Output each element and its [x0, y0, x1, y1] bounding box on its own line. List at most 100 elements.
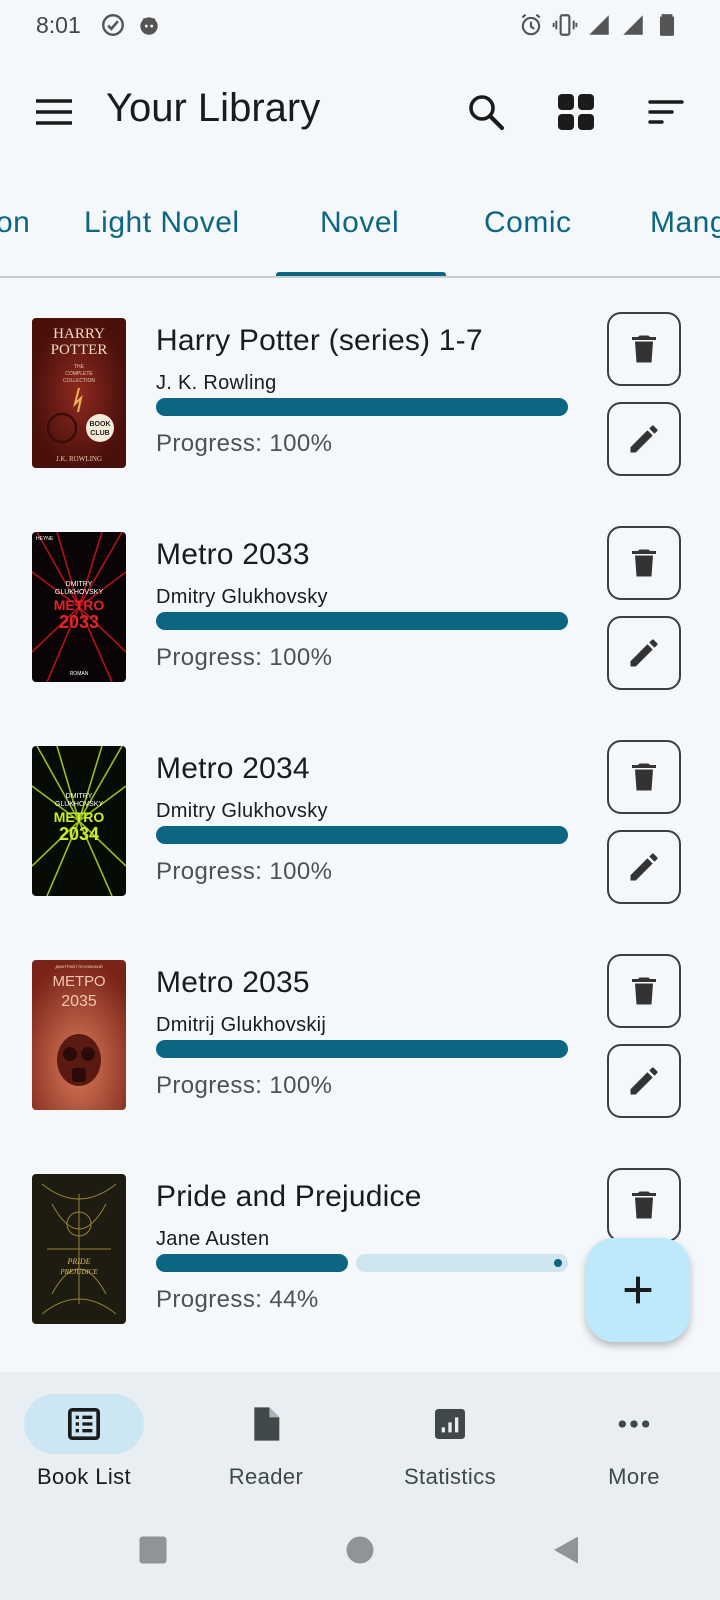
- progress-bar: [156, 398, 568, 416]
- back-icon[interactable]: [548, 1532, 584, 1568]
- book-cover: DMITRY GLUKHOVSKY METRO 2034: [32, 746, 126, 896]
- edit-icon: [630, 1067, 658, 1095]
- edit-button[interactable]: [607, 616, 681, 690]
- cover-text: 2035: [61, 993, 97, 1010]
- status-bar: 8:01: [0, 0, 720, 52]
- status-time: 8:01: [36, 12, 81, 38]
- book-item[interactable]: HEYNE DMITRY GLUKHOVSKY METRO 2033 ROMAN…: [0, 504, 720, 718]
- alarm-icon: [518, 12, 544, 38]
- bottom-navigation: Book List Reader Statistics More: [0, 1372, 720, 1502]
- nav-item-more[interactable]: More: [544, 1372, 720, 1502]
- system-navigation-bar: [0, 1502, 720, 1600]
- progress-bar: [156, 826, 568, 844]
- edit-button[interactable]: [607, 402, 681, 476]
- edit-button[interactable]: [607, 830, 681, 904]
- document-icon: [246, 1404, 286, 1444]
- svg-text:CLUB: CLUB: [90, 430, 109, 437]
- recents-icon[interactable]: [135, 1532, 171, 1568]
- plus-icon: [624, 1276, 652, 1304]
- progress-text: Progress: 100%: [156, 644, 333, 671]
- book-title: Metro 2034: [156, 752, 310, 785]
- book-cover: HEYNE DMITRY GLUKHOVSKY METRO 2033 ROMAN: [32, 532, 126, 682]
- nav-label: More: [608, 1464, 660, 1489]
- edit-icon: [630, 639, 658, 667]
- cover-text: DMITRY: [66, 793, 93, 800]
- delete-button[interactable]: [607, 312, 681, 386]
- book-author: Dmitrij Glukhovskij: [156, 1014, 327, 1036]
- check-circle-icon: [100, 12, 126, 38]
- nav-item-reader[interactable]: Reader: [176, 1372, 356, 1502]
- nav-label: Book List: [36, 1464, 132, 1489]
- edit-icon: [630, 425, 658, 453]
- delete-button[interactable]: [607, 740, 681, 814]
- delete-icon: [632, 335, 656, 363]
- cover-text: METRO: [54, 597, 105, 613]
- signal-icon: [620, 12, 646, 38]
- cover-text: PREJUDICE: [59, 1268, 98, 1276]
- delete-button[interactable]: [607, 954, 681, 1028]
- add-book-button[interactable]: [586, 1238, 690, 1342]
- svg-text:COLLECTION: COLLECTION: [63, 378, 95, 384]
- sort-icon[interactable]: [642, 88, 690, 136]
- nav-label: Reader: [228, 1464, 304, 1489]
- list-icon: [64, 1404, 104, 1444]
- search-icon[interactable]: [462, 88, 510, 136]
- book-cover: HARRY POTTER THE COMPLETE COLLECTION BOO…: [32, 318, 126, 468]
- svg-text:THE: THE: [74, 364, 85, 370]
- progress-text: Progress: 100%: [156, 430, 333, 457]
- book-list: HARRY POTTER THE COMPLETE COLLECTION BOO…: [0, 290, 720, 1370]
- cover-text: HEYNE: [36, 536, 54, 542]
- progress-text: Progress: 100%: [156, 1072, 333, 1099]
- delete-button[interactable]: [607, 1168, 681, 1242]
- delete-icon: [632, 763, 656, 791]
- tab-manga[interactable]: Mang: [650, 206, 720, 240]
- more-horiz-icon: [614, 1404, 654, 1444]
- nav-item-book-list[interactable]: Book List: [0, 1372, 180, 1502]
- edit-button[interactable]: [607, 1044, 681, 1118]
- cover-text: HARRY: [53, 326, 105, 342]
- battery-icon: [654, 12, 680, 38]
- home-icon[interactable]: [342, 1532, 378, 1568]
- progress-text: Progress: 44%: [156, 1286, 319, 1313]
- page-title: Your Library: [106, 86, 321, 130]
- grid-view-icon[interactable]: [552, 88, 600, 136]
- category-tabs: on Light Novel Novel Comic Mang: [0, 180, 720, 278]
- delete-icon: [632, 1191, 656, 1219]
- cover-text: ДМИТРИЙ ГЛУХОВСКИЙ: [55, 964, 102, 969]
- top-app-bar: Your Library: [0, 62, 720, 162]
- book-item[interactable]: HARRY POTTER THE COMPLETE COLLECTION BOO…: [0, 290, 720, 504]
- progress-bar: [156, 1254, 568, 1272]
- book-author: Jane Austen: [156, 1228, 270, 1250]
- cover-text: 2034: [59, 824, 99, 844]
- book-item[interactable]: DMITRY GLUKHOVSKY METRO 2034 Metro 2034 …: [0, 718, 720, 932]
- svg-text:COMPLETE: COMPLETE: [65, 371, 93, 377]
- book-title: Pride and Prejudice: [156, 1180, 422, 1213]
- chart-icon: [430, 1404, 470, 1444]
- book-item[interactable]: ДМИТРИЙ ГЛУХОВСКИЙ МЕТРО 2035 Metro 2035…: [0, 932, 720, 1146]
- delete-button[interactable]: [607, 526, 681, 600]
- progress-bar: [156, 612, 568, 630]
- signal-icon: [586, 12, 612, 38]
- book-author: Dmitry Glukhovsky: [156, 800, 328, 822]
- book-cover: PRIDE PREJUDICE: [32, 1174, 126, 1324]
- tab-previous[interactable]: on: [0, 206, 30, 240]
- cover-text: PRIDE: [66, 1257, 90, 1266]
- book-cover: ДМИТРИЙ ГЛУХОВСКИЙ МЕТРО 2035: [32, 960, 126, 1110]
- menu-icon[interactable]: [30, 88, 78, 136]
- cover-text: 2033: [59, 612, 99, 632]
- book-author: J. K. Rowling: [156, 372, 277, 394]
- progress-bar: [156, 1040, 568, 1058]
- cover-text: МЕТРО: [52, 973, 105, 990]
- tab-novel[interactable]: Novel: [320, 206, 399, 240]
- book-title: Metro 2033: [156, 538, 310, 571]
- book-title: Metro 2035: [156, 966, 310, 999]
- cover-text: METRO: [54, 809, 105, 825]
- tab-indicator: [276, 272, 446, 276]
- vibrate-icon: [552, 12, 578, 38]
- tab-light-novel[interactable]: Light Novel: [84, 206, 240, 240]
- svg-text:BOOK: BOOK: [90, 421, 111, 428]
- edit-icon: [630, 853, 658, 881]
- tab-comic[interactable]: Comic: [484, 206, 572, 240]
- nav-item-statistics[interactable]: Statistics: [360, 1372, 540, 1502]
- progress-text: Progress: 100%: [156, 858, 333, 885]
